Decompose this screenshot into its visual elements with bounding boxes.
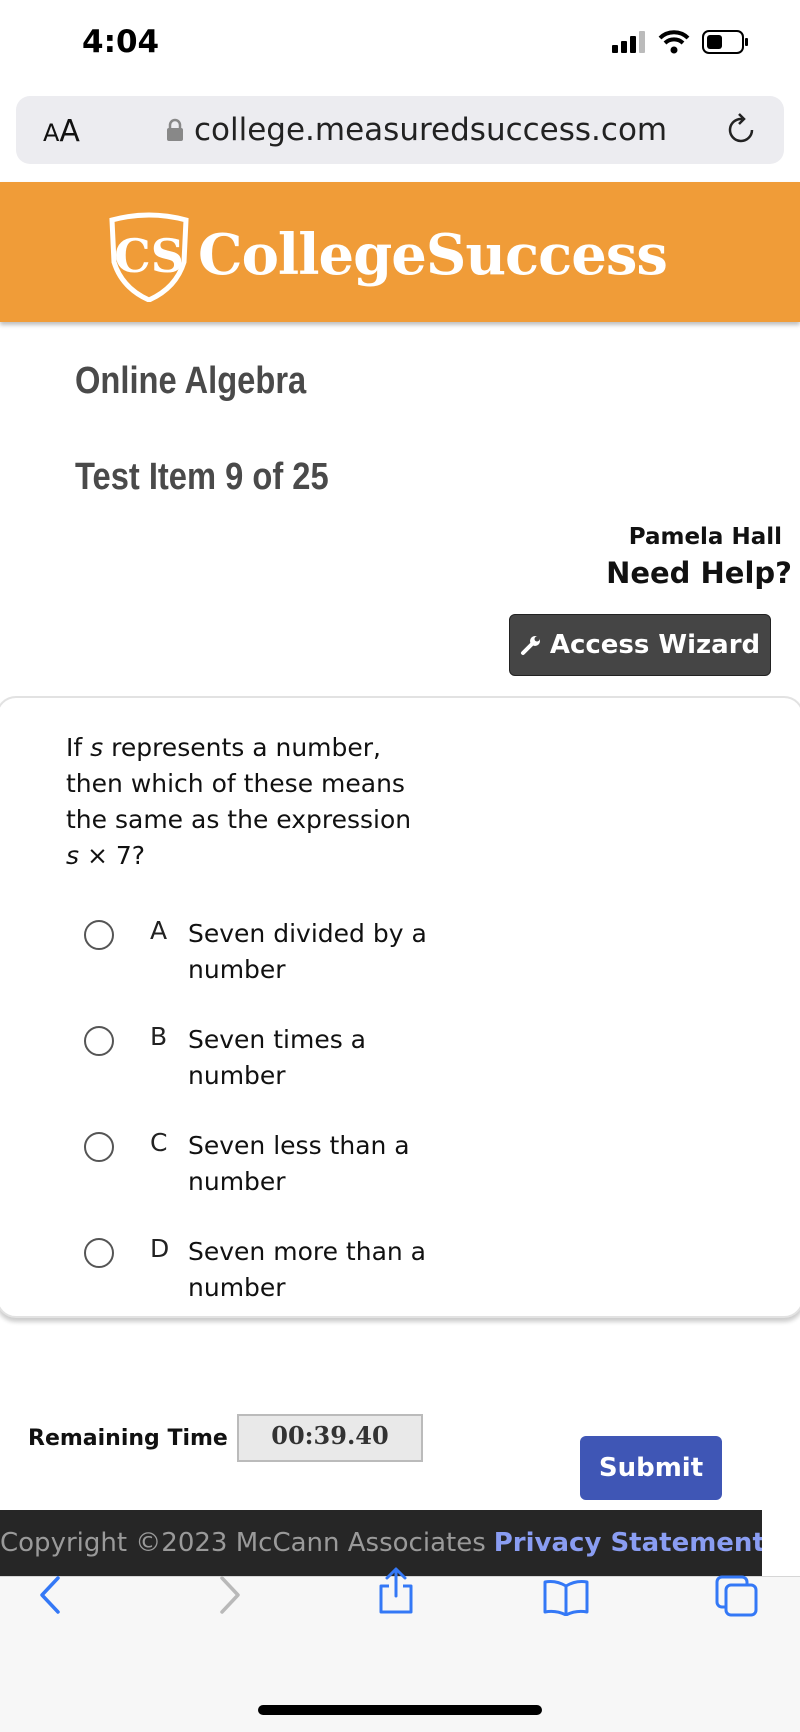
- choice-text: Seven more than a number: [188, 1237, 427, 1302]
- choice-letter: B: [150, 1022, 168, 1051]
- tabs-icon[interactable]: [714, 1574, 760, 1618]
- remaining-time-label: Remaining Time: [28, 1426, 228, 1451]
- answer-choice-a[interactable]: A Seven divided by a number: [84, 912, 504, 992]
- wrench-icon: [520, 636, 540, 655]
- choice-text: Seven divided by a number: [188, 919, 427, 984]
- radio-button[interactable]: [84, 1238, 114, 1268]
- share-icon[interactable]: [376, 1566, 416, 1616]
- lock-icon: [167, 118, 183, 141]
- need-help-heading: Need Help?: [606, 556, 792, 590]
- answer-choice-b[interactable]: B Seven times a number: [84, 1018, 504, 1098]
- home-indicator: [258, 1705, 542, 1715]
- back-icon[interactable]: [36, 1574, 66, 1616]
- answer-choice-c[interactable]: C Seven less than a number: [84, 1124, 504, 1204]
- copyright-text: Copyright ©2023 McCann Associates: [0, 1528, 486, 1558]
- radio-button[interactable]: [84, 1026, 114, 1056]
- bookmarks-icon[interactable]: [542, 1578, 590, 1616]
- status-icons: [612, 30, 750, 54]
- choice-text: Seven times a number: [188, 1025, 366, 1090]
- choice-letter: D: [150, 1234, 170, 1263]
- choice-letter: C: [150, 1128, 168, 1157]
- remaining-time-value: 00:39.40: [237, 1414, 423, 1462]
- course-title: Online Algebra: [75, 360, 307, 402]
- status-time: 4:04: [82, 24, 160, 60]
- wifi-icon: [658, 30, 690, 54]
- access-wizard-button[interactable]: Access Wizard: [509, 614, 771, 676]
- forward-icon[interactable]: [214, 1574, 244, 1616]
- privacy-statement-link[interactable]: Privacy Statement: [494, 1528, 762, 1558]
- choice-letter: A: [150, 916, 168, 945]
- url-display[interactable]: college.measuredsuccess.com: [166, 112, 667, 148]
- signal-icon: [612, 31, 645, 53]
- radio-button[interactable]: [84, 1132, 114, 1162]
- question-text: If s represents a number, then which of …: [66, 733, 412, 870]
- answer-choice-d[interactable]: D Seven more than a number: [84, 1230, 504, 1310]
- url-text: college.measuredsuccess.com: [194, 112, 668, 148]
- brand-name: CollegeSuccess: [198, 222, 668, 288]
- radio-button[interactable]: [84, 920, 114, 950]
- svg-text:CS: CS: [114, 229, 184, 283]
- user-name: Pamela Hall: [628, 524, 782, 550]
- submit-button[interactable]: Submit: [580, 1436, 722, 1500]
- choice-text: Seven less than a number: [188, 1131, 410, 1196]
- college-success-shield-logo[interactable]: CS: [104, 212, 194, 302]
- access-wizard-label: Access Wizard: [549, 630, 761, 660]
- test-item-title: Test Item 9 of 25: [75, 456, 329, 498]
- reload-icon[interactable]: [726, 112, 758, 146]
- text-size-button[interactable]: AA: [43, 114, 80, 149]
- battery-icon: [702, 30, 748, 54]
